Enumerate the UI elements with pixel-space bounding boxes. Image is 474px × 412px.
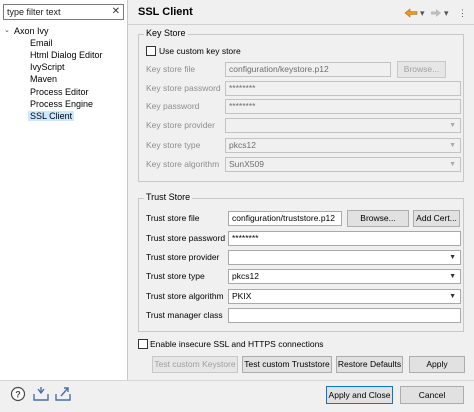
clear-filter-icon[interactable]: ✕	[112, 6, 120, 18]
chevron-down-icon: ▼	[449, 142, 456, 149]
enable-insecure-ssl-checkbox[interactable]	[138, 339, 148, 349]
filter-field[interactable]: ✕	[3, 4, 124, 20]
tree-item-email[interactable]: Email	[30, 37, 53, 49]
page-title: SSL Client	[138, 6, 193, 18]
key-store-password-field[interactable]: ********	[225, 81, 461, 96]
forward-dropdown-icon[interactable]: ▾	[444, 7, 449, 19]
trust-store-type-combo[interactable]: pkcs12 ▼	[228, 269, 461, 284]
trust-store-provider-combo[interactable]: ▼	[228, 250, 461, 265]
key-store-browse-button[interactable]: Browse...	[397, 61, 446, 78]
import-icon[interactable]	[32, 386, 49, 402]
add-cert-button[interactable]: Add Cert...	[413, 210, 460, 227]
key-store-type-label: Key store type	[146, 140, 201, 150]
test-custom-keystore-button[interactable]: Test custom Keystore	[152, 356, 238, 373]
key-store-group-title: Key Store	[144, 28, 188, 38]
key-store-provider-label: Key store provider	[146, 120, 215, 130]
chevron-down-icon: ▼	[449, 122, 456, 129]
back-icon[interactable]	[404, 7, 418, 19]
cancel-button[interactable]: Cancel	[400, 386, 464, 404]
key-store-file-field[interactable]: configuration/keystore.p12	[225, 62, 391, 77]
dialog-footer-divider	[0, 380, 474, 381]
filter-input[interactable]	[7, 6, 107, 18]
use-custom-key-store-label: Use custom key store	[159, 46, 241, 56]
chevron-down-icon: ▼	[449, 273, 456, 280]
key-store-algorithm-label: Key store algorithm	[146, 159, 220, 169]
trust-store-algorithm-combo[interactable]: PKIX ▼	[228, 289, 461, 304]
tree-item-ivyscript[interactable]: IvyScript	[30, 61, 65, 73]
trust-store-type-label: Trust store type	[146, 271, 205, 281]
trust-store-algorithm-value: PKIX	[232, 291, 252, 301]
trust-store-algorithm-label: Trust store algorithm	[146, 291, 224, 301]
trust-store-provider-label: Trust store provider	[146, 252, 220, 262]
trust-manager-class-label: Trust manager class	[146, 310, 223, 320]
svg-text:?: ?	[15, 389, 21, 399]
trust-manager-class-field[interactable]	[228, 308, 461, 323]
chevron-down-icon: ▼	[449, 254, 456, 261]
key-store-type-value: pkcs12	[229, 140, 256, 150]
restore-defaults-button[interactable]: Restore Defaults	[336, 356, 403, 373]
header-divider	[128, 24, 474, 25]
chevron-down-icon: ▼	[449, 293, 456, 300]
tree-item-maven[interactable]: Maven	[30, 73, 57, 85]
apply-button[interactable]: Apply	[409, 356, 465, 373]
export-icon[interactable]	[54, 386, 71, 402]
trust-store-file-label: Trust store file	[146, 213, 200, 223]
key-store-algorithm-value: SunX509	[229, 159, 264, 169]
key-store-algorithm-combo[interactable]: SunX509 ▼	[225, 157, 461, 172]
tree-item-label: Axon Ivy	[14, 26, 49, 36]
tree-item-ssl-client[interactable]: SSL Client	[28, 110, 75, 122]
chevron-down-icon: ▼	[449, 161, 456, 168]
tree-item-process-engine[interactable]: Process Engine	[30, 98, 93, 110]
back-dropdown-icon[interactable]: ▾	[420, 7, 425, 19]
view-menu-icon[interactable]: ⋮	[458, 7, 467, 19]
help-icon[interactable]: ?	[10, 386, 26, 402]
tree-item-html-dialog-editor[interactable]: Html Dialog Editor	[30, 49, 103, 61]
trust-store-browse-button[interactable]: Browse...	[347, 210, 409, 227]
key-store-password-label: Key store password	[146, 83, 221, 93]
key-store-type-combo[interactable]: pkcs12 ▼	[225, 138, 461, 153]
test-custom-truststore-button[interactable]: Test custom Truststore	[242, 356, 332, 373]
trust-store-file-field[interactable]: configuration/truststore.p12	[228, 211, 342, 226]
preference-tree-panel: ✕ ⌄ Axon Ivy Email Html Dialog Editor Iv…	[0, 0, 128, 380]
tree-item-process-editor[interactable]: Process Editor	[30, 86, 89, 98]
trust-store-group-title: Trust Store	[144, 192, 193, 202]
key-password-field[interactable]: ********	[225, 99, 461, 114]
key-store-file-label: Key store file	[146, 64, 196, 74]
key-password-label: Key password	[146, 101, 200, 111]
expand-arrow-icon[interactable]: ⌄	[4, 25, 12, 37]
use-custom-key-store-checkbox[interactable]	[146, 46, 156, 56]
forward-icon[interactable]	[430, 7, 442, 19]
apply-and-close-button[interactable]: Apply and Close	[326, 386, 393, 404]
trust-store-password-label: Trust store password	[146, 233, 226, 243]
key-store-provider-combo[interactable]: ▼	[225, 118, 461, 133]
trust-store-password-field[interactable]: ********	[228, 231, 461, 246]
trust-store-type-value: pkcs12	[232, 271, 259, 281]
enable-insecure-ssl-label: Enable insecure SSL and HTTPS connection…	[150, 339, 324, 349]
